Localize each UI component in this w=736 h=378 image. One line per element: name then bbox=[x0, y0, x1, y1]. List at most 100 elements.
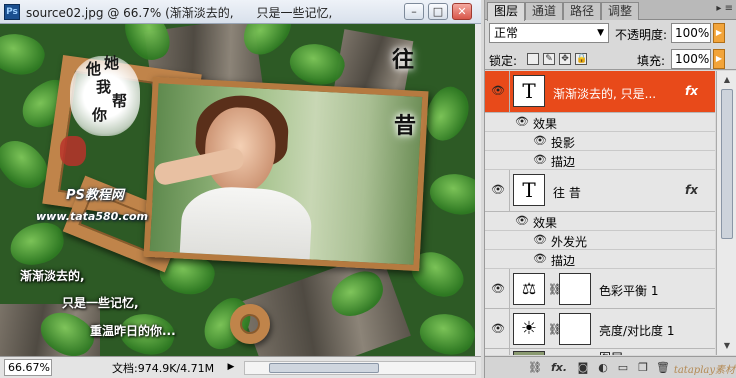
separator bbox=[509, 170, 510, 212]
effect-name: 描边 bbox=[551, 254, 576, 268]
separator bbox=[509, 349, 510, 355]
layer-name[interactable]: 渐渐淡去的, 只是... bbox=[553, 85, 656, 102]
site-url: www.tata580.com bbox=[36, 210, 149, 223]
layer-name[interactable]: 图层 bbox=[599, 349, 623, 355]
opacity-field[interactable]: 100% bbox=[671, 23, 711, 43]
fx-icon[interactable]: fx. bbox=[549, 360, 569, 375]
effects-label: 效果 bbox=[533, 117, 558, 131]
effects-group[interactable]: 👁 效果 bbox=[485, 113, 715, 132]
eye-icon[interactable]: 👁 bbox=[489, 321, 507, 337]
eye-icon[interactable]: 👁 bbox=[513, 114, 531, 130]
red-seal-stamp bbox=[60, 136, 86, 166]
effect-name: 描边 bbox=[551, 155, 576, 169]
eye-icon[interactable]: 👁 bbox=[531, 251, 549, 267]
adjustment-icon[interactable]: ◐ bbox=[595, 360, 611, 375]
sun-icon: ☀ bbox=[513, 313, 545, 345]
layers-panel: 图层 通道 路径 调整 ▸ ≡ 正常 ▼ 不透明度: 100% ▶ 锁定: ✎ … bbox=[484, 0, 736, 378]
poem-char: 帮 bbox=[112, 92, 128, 110]
poem-char: 我 bbox=[96, 78, 112, 96]
link-icon[interactable]: ⛓ bbox=[527, 360, 543, 375]
layer-row-color-balance[interactable]: 👁 ⚖ ⛓ 色彩平衡 1 bbox=[485, 269, 715, 309]
eye-icon[interactable]: 👁 bbox=[531, 232, 549, 248]
tab-adjustments[interactable]: 调整 bbox=[601, 2, 640, 20]
document-size-info: 文档:974.9K/4.71M bbox=[112, 362, 215, 375]
document-window: Ps source02.jpg @ 66.7% (渐渐淡去的, 只是一些记忆, … bbox=[0, 0, 481, 378]
eye-icon[interactable]: 👁 bbox=[489, 353, 507, 355]
eye-icon[interactable]: 👁 bbox=[513, 213, 531, 229]
effect-outer-glow[interactable]: 👁 外发光 bbox=[485, 231, 715, 250]
opacity-slider-button[interactable]: ▶ bbox=[713, 23, 725, 43]
layer-row-title-text[interactable]: 👁 T 往 昔 fx bbox=[485, 170, 715, 212]
effects-group[interactable]: 👁 效果 bbox=[485, 212, 715, 231]
fx-icon[interactable]: fx bbox=[685, 183, 698, 197]
portrait-photo bbox=[143, 76, 429, 272]
lock-image-icon[interactable]: ✎ bbox=[543, 53, 555, 65]
leaf bbox=[6, 219, 68, 269]
panel-menu-icon[interactable]: ▸ ≡ bbox=[716, 3, 733, 14]
lock-transparency-icon[interactable] bbox=[527, 53, 539, 65]
layer-mask-thumbnail[interactable] bbox=[559, 313, 591, 345]
site-logo: PS教程网 bbox=[66, 188, 124, 203]
separator bbox=[509, 309, 510, 349]
layer-row-brightness-contrast[interactable]: 👁 ☀ ⛓ 亮度/对比度 1 bbox=[485, 309, 715, 349]
new-layer-icon[interactable]: ❐ bbox=[635, 360, 651, 375]
leaf bbox=[414, 305, 475, 356]
layer-row-caption-text[interactable]: 👁 T 渐渐淡去的, 只是... fx bbox=[485, 71, 715, 113]
separator bbox=[509, 71, 510, 113]
scroll-down-icon[interactable]: ▼ bbox=[719, 339, 735, 353]
scale-icon: ⚖ bbox=[513, 273, 545, 305]
wooden-ring bbox=[230, 304, 270, 344]
maximize-button[interactable]: □ bbox=[428, 3, 448, 20]
tab-layers[interactable]: 图层 bbox=[487, 2, 526, 21]
lock-all-icon[interactable]: 🔒 bbox=[575, 53, 587, 65]
eye-icon[interactable]: 👁 bbox=[531, 133, 549, 149]
layers-scrollbar[interactable]: ▲ ▼ bbox=[716, 71, 736, 355]
lock-position-icon[interactable]: ✥ bbox=[559, 53, 571, 65]
tab-channels[interactable]: 通道 bbox=[525, 2, 564, 20]
watermark: tataplay素材 bbox=[673, 365, 735, 376]
blend-mode-value: 正常 bbox=[494, 26, 519, 40]
trash-icon[interactable]: 🗑 bbox=[655, 360, 671, 375]
document-title: source02.jpg @ 66.7% (渐渐淡去的, 只是一些记忆, bbox=[26, 6, 333, 20]
poem-char: 她 bbox=[104, 54, 120, 72]
blend-mode-select[interactable]: 正常 ▼ bbox=[489, 23, 609, 43]
effect-stroke[interactable]: 👁 描边 bbox=[485, 250, 715, 269]
document-title-bar[interactable]: Ps source02.jpg @ 66.7% (渐渐淡去的, 只是一些记忆, … bbox=[0, 0, 481, 24]
fill-field[interactable]: 100% bbox=[671, 49, 711, 69]
eye-icon[interactable]: 👁 bbox=[531, 152, 549, 168]
canvas-vertical-scrollbar[interactable] bbox=[475, 24, 481, 356]
fx-icon[interactable]: fx bbox=[685, 84, 698, 98]
layer-name[interactable]: 色彩平衡 1 bbox=[599, 282, 658, 299]
caption-line-1: 渐渐淡去的, bbox=[20, 269, 85, 283]
zoom-level-field[interactable]: 66.67% bbox=[4, 359, 52, 376]
layer-mask-thumbnail[interactable] bbox=[559, 273, 591, 305]
canvas-horizontal-scrollbar[interactable] bbox=[244, 361, 476, 375]
layer-row-image[interactable]: 👁 图层 bbox=[485, 349, 715, 355]
fill-label: 填充: bbox=[637, 54, 666, 68]
lock-label: 锁定: bbox=[489, 54, 518, 68]
eye-icon[interactable]: 👁 bbox=[489, 83, 507, 99]
scroll-up-icon[interactable]: ▲ bbox=[719, 73, 735, 87]
image-canvas[interactable]: 他 她 我 帮 你 往 昔 PS教程网 www.tata580.com 渐渐淡去… bbox=[0, 24, 475, 356]
group-icon[interactable]: ▭ bbox=[615, 360, 631, 375]
mask-icon[interactable]: ◙ bbox=[575, 360, 591, 375]
layer-name[interactable]: 往 昔 bbox=[553, 184, 581, 201]
status-menu-arrow-icon[interactable]: ▶ bbox=[224, 359, 238, 376]
effect-name: 外发光 bbox=[551, 235, 588, 249]
chevron-down-icon: ▼ bbox=[597, 28, 604, 38]
effect-drop-shadow[interactable]: 👁 投影 bbox=[485, 132, 715, 151]
eye-icon[interactable]: 👁 bbox=[489, 182, 507, 198]
photoshop-app-icon: Ps bbox=[4, 4, 20, 20]
separator bbox=[509, 269, 510, 309]
layer-name[interactable]: 亮度/对比度 1 bbox=[599, 322, 675, 339]
eye-icon[interactable]: 👁 bbox=[489, 281, 507, 297]
close-button[interactable]: ✕ bbox=[452, 3, 472, 20]
title-char-xi: 昔 bbox=[394, 113, 417, 139]
minimize-button[interactable]: – bbox=[404, 3, 424, 20]
tab-paths[interactable]: 路径 bbox=[563, 2, 602, 20]
effects-label: 效果 bbox=[533, 216, 558, 230]
scroll-thumb[interactable] bbox=[721, 89, 733, 239]
effect-stroke[interactable]: 👁 描边 bbox=[485, 151, 715, 170]
fill-slider-button[interactable]: ▶ bbox=[713, 49, 725, 69]
horizontal-scroll-thumb[interactable] bbox=[269, 363, 379, 373]
